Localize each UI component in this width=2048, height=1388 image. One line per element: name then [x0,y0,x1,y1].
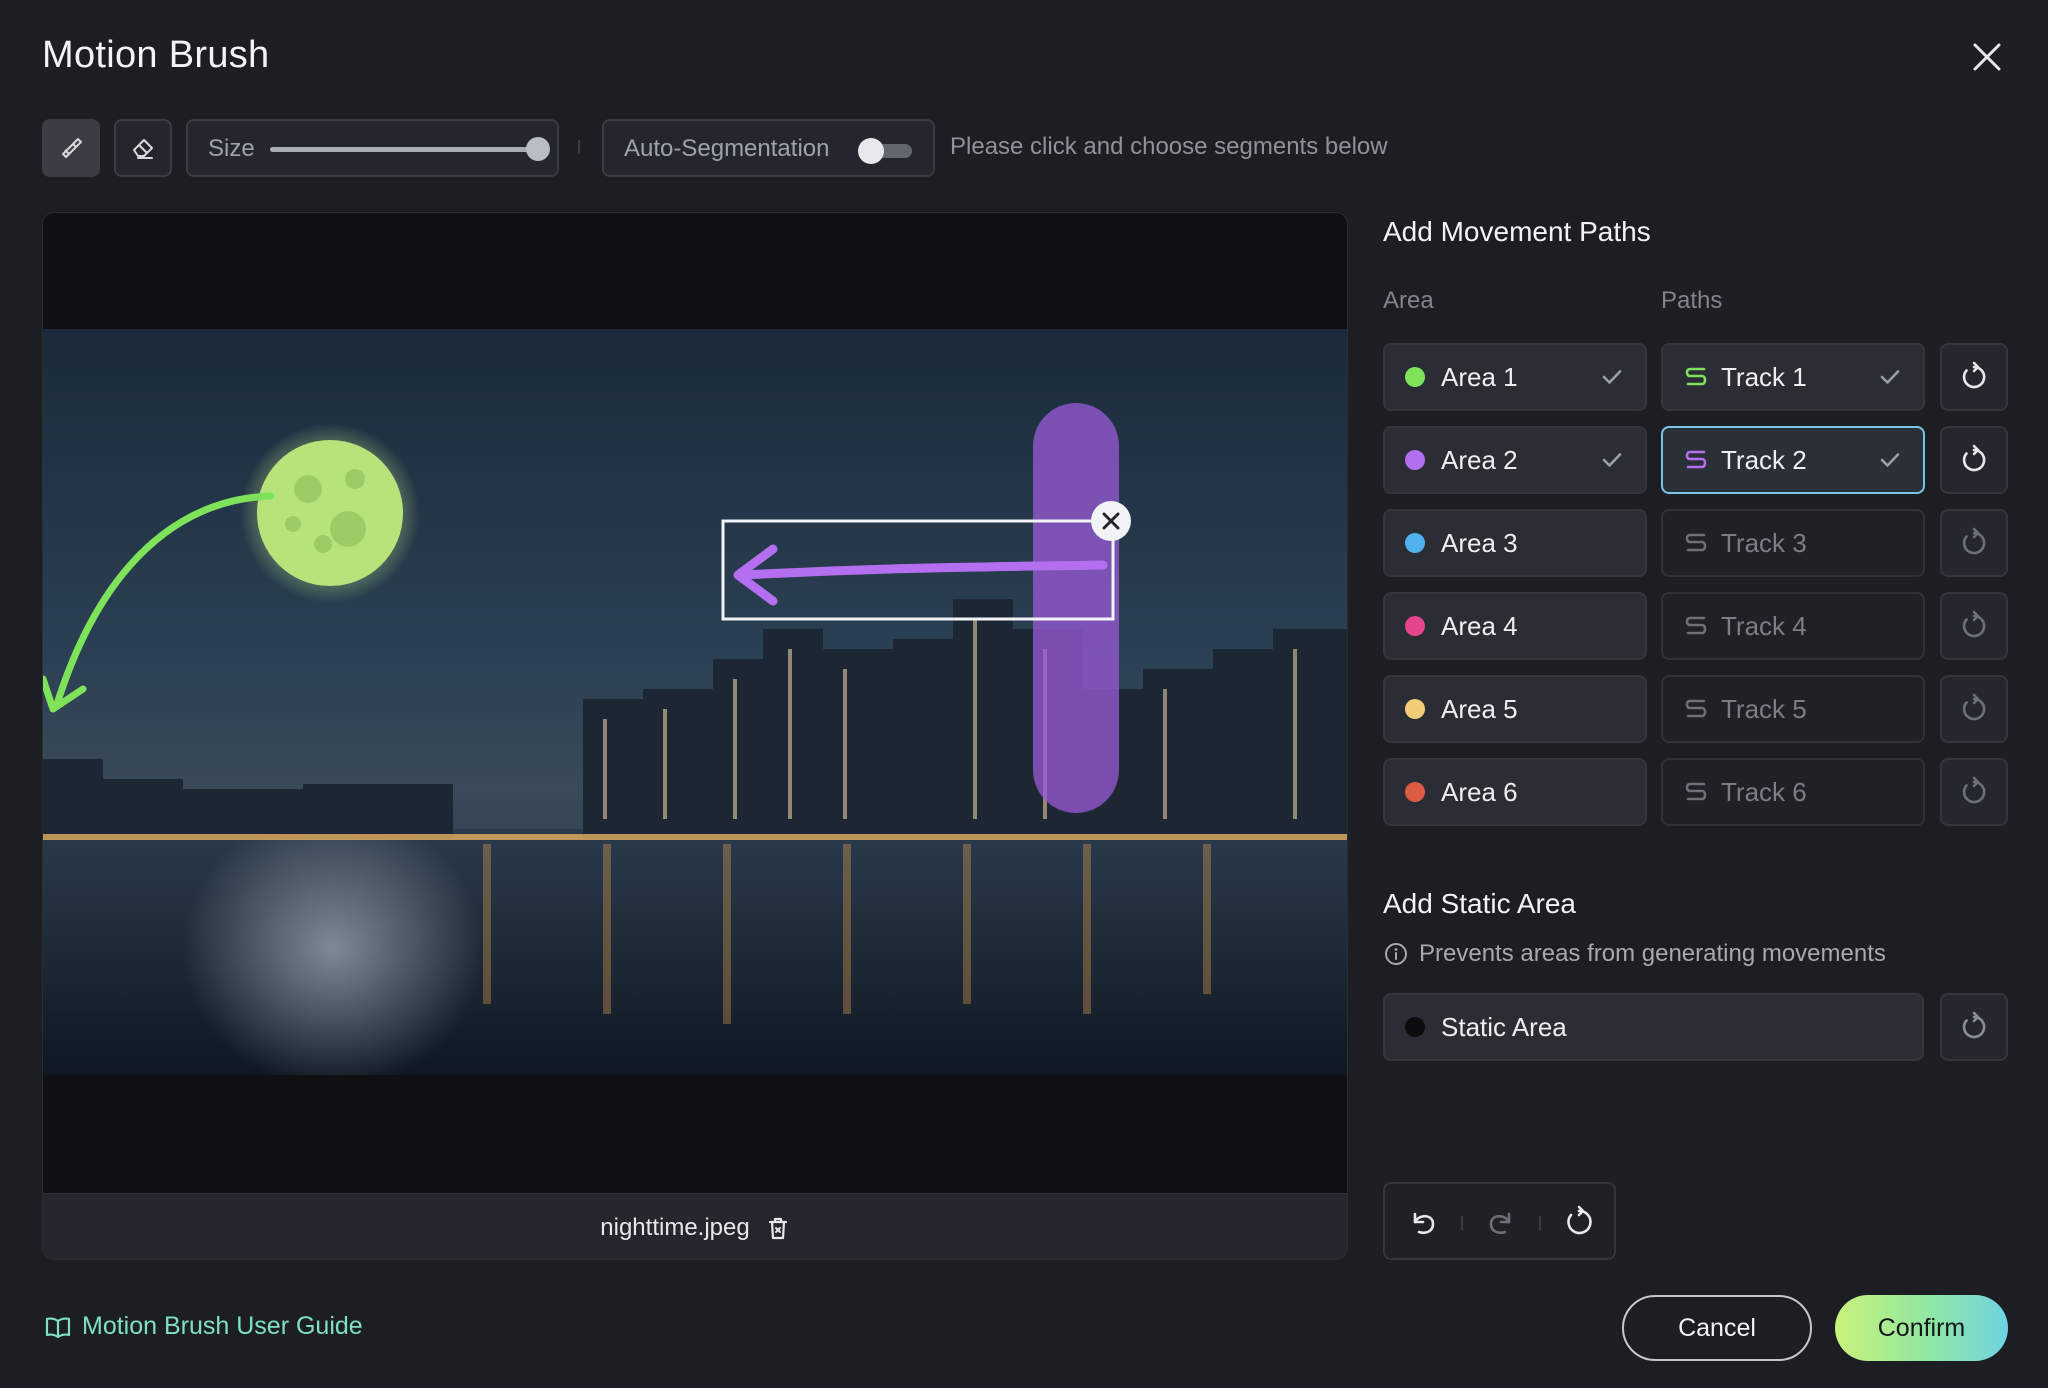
info-icon [1385,943,1407,965]
check-icon [1602,370,1622,384]
track-label: Track 5 [1721,693,1807,724]
area-button[interactable]: Area 3 [1383,509,1647,577]
check-icon [1880,453,1900,467]
trash-icon[interactable] [764,1214,792,1242]
track-button[interactable]: Track 5 [1661,675,1925,743]
book-icon [45,1317,71,1338]
history-divider [1461,1216,1463,1230]
close-icon[interactable] [1966,36,2008,78]
static-area-info-text: Prevents areas from generating movements [1419,940,1886,967]
movement-paths-title: Add Movement Paths [1383,216,1651,247]
file-bar: nighttime.jpeg [43,1193,1347,1259]
area-label: Area 5 [1441,693,1518,724]
size-slider-thumb[interactable] [526,137,550,161]
user-guide-link[interactable]: Motion Brush User Guide [44,1312,363,1341]
file-name: nighttime.jpeg [600,1213,750,1241]
track-button[interactable]: Track 3 [1661,509,1925,577]
check-icon [1602,453,1622,467]
area-label: Area 6 [1441,776,1518,807]
paths-column-label: Paths [1661,287,1723,314]
toggle-knob [858,138,884,164]
size-label: Size [208,135,255,162]
track-reset-button[interactable] [1940,592,2008,660]
history-toolbar [1383,1182,1616,1260]
area-color-dot [1405,450,1425,470]
auto-segmentation-label: Auto-Segmentation [624,135,830,162]
track-label: Track 6 [1721,776,1807,807]
undo-icon[interactable] [1405,1204,1441,1240]
eraser-icon [133,139,153,159]
area-color-dot [1405,699,1425,719]
area-label: Area 3 [1441,527,1518,558]
cancel-button[interactable]: Cancel [1622,1295,1812,1361]
static-area-reset-button[interactable] [1940,993,2008,1061]
reset-icon [1962,693,1986,721]
reset-icon [1962,776,1986,804]
track-path-icon [1685,533,1707,552]
track-reset-button[interactable] [1940,675,2008,743]
area-label: Area 1 [1441,361,1518,392]
reset-icon [1962,361,1986,389]
static-area-label: Static Area [1441,1011,1567,1042]
area-button[interactable]: Area 4 [1383,592,1647,660]
segmentation-hint: Please click and choose segments below [950,133,1388,160]
track-path-icon [1685,699,1707,718]
user-guide-label: Motion Brush User Guide [82,1312,363,1340]
area-color-dot [1405,367,1425,387]
track-label: Track 2 [1721,444,1807,475]
static-area-title: Add Static Area [1383,888,1577,919]
motion-brush-dialog: Motion Brush Size Auto-Segmentation Plea… [0,0,2048,1388]
image-canvas[interactable]: nighttime.jpeg [42,212,1348,1260]
brush-tool-button[interactable] [42,119,100,177]
track-reset-button[interactable] [1940,426,2008,494]
area-color-dot [1405,616,1425,636]
night-city-image[interactable] [43,329,1347,1075]
track-label: Track 1 [1721,361,1807,392]
track-path-icon [1685,782,1707,801]
track-label: Track 4 [1721,610,1807,641]
track-reset-button[interactable] [1940,343,2008,411]
static-area-button[interactable]: Static Area [1383,993,1924,1061]
area-button[interactable]: Area 2 [1383,426,1647,494]
auto-segmentation-control: Auto-Segmentation [602,119,935,177]
area-color-dot [1405,782,1425,802]
static-area-info: Prevents areas from generating movements [1383,940,1886,968]
check-icon [1880,370,1900,384]
area-button[interactable]: Area 5 [1383,675,1647,743]
track-path-icon [1685,450,1707,469]
toolbar-divider [578,140,580,154]
reset-icon [1962,1011,1986,1039]
reset-icon [1962,610,1986,638]
track-path-icon [1685,367,1707,386]
reset-icon [1962,527,1986,555]
area-label: Area 2 [1441,444,1518,475]
area-color-dot [1405,533,1425,553]
track-path-icon [1685,616,1707,635]
reset-icon[interactable] [1561,1204,1597,1240]
brush-icon [62,138,82,158]
track-button[interactable]: Track 4 [1661,592,1925,660]
dialog-title: Motion Brush [42,34,270,76]
area-button[interactable]: Area 1 [1383,343,1647,411]
track-button[interactable]: Track 1 [1661,343,1925,411]
track-reset-button[interactable] [1940,509,2008,577]
area-label: Area 4 [1441,610,1518,641]
track-button[interactable]: Track 2 [1661,426,1925,494]
history-divider [1539,1216,1541,1230]
confirm-button[interactable]: Confirm [1835,1295,2008,1361]
area-button[interactable]: Area 6 [1383,758,1647,826]
redo-icon[interactable] [1483,1204,1519,1240]
brush-size-control: Size [186,119,559,177]
area-column-label: Area [1383,287,1434,314]
track-button[interactable]: Track 6 [1661,758,1925,826]
static-area-dot [1405,1017,1425,1037]
reset-icon [1962,444,1986,472]
track-reset-button[interactable] [1940,758,2008,826]
eraser-tool-button[interactable] [114,119,172,177]
size-slider-track[interactable] [270,147,540,152]
auto-segmentation-toggle[interactable] [858,138,914,164]
track-label: Track 3 [1721,527,1807,558]
